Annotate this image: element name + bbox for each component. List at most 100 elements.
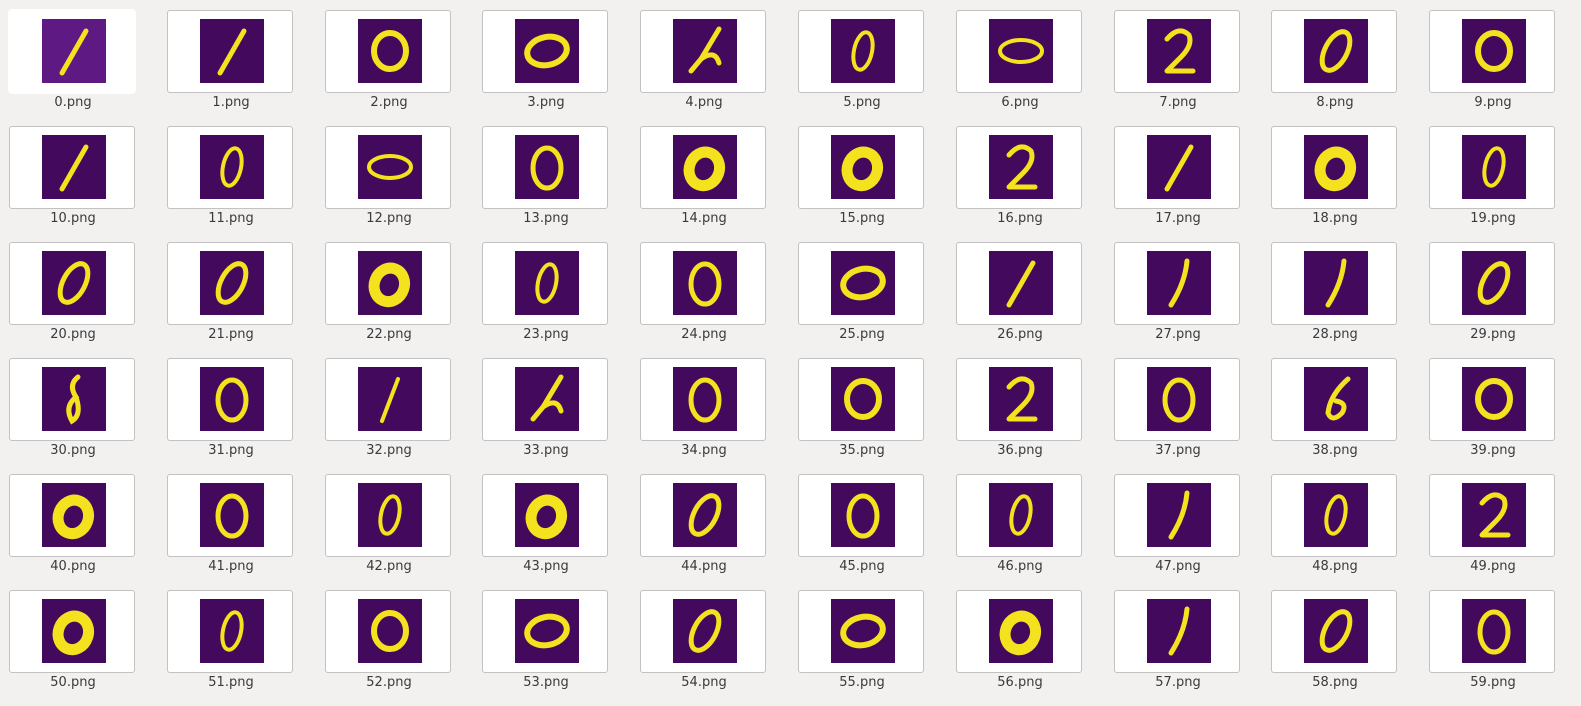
thumbnail-frame[interactable]	[1114, 242, 1240, 325]
file-item[interactable]: 19.png	[1429, 126, 1557, 234]
file-item[interactable]: 39.png	[1429, 358, 1557, 466]
thumbnail-frame[interactable]	[1114, 590, 1240, 673]
file-item[interactable]: 21.png	[167, 242, 295, 350]
file-item[interactable]: 6.png	[956, 10, 1084, 118]
file-item[interactable]: 14.png	[640, 126, 768, 234]
file-item[interactable]: 57.png	[1114, 590, 1242, 698]
thumbnail-frame[interactable]	[1271, 358, 1397, 441]
file-item[interactable]: 55.png	[798, 590, 926, 698]
file-item[interactable]: 22.png	[325, 242, 453, 350]
thumbnail-frame[interactable]	[640, 590, 766, 673]
thumbnail-frame[interactable]	[167, 358, 293, 441]
file-item[interactable]: 9.png	[1429, 10, 1557, 118]
file-item[interactable]: 46.png	[956, 474, 1084, 582]
thumbnail-frame[interactable]	[9, 10, 135, 93]
file-item[interactable]: 32.png	[325, 358, 453, 466]
file-item[interactable]: 5.png	[798, 10, 926, 118]
thumbnail-frame[interactable]	[640, 358, 766, 441]
thumbnail-frame[interactable]	[798, 474, 924, 557]
thumbnail-frame[interactable]	[956, 126, 1082, 209]
file-item[interactable]: 28.png	[1271, 242, 1399, 350]
file-item[interactable]: 47.png	[1114, 474, 1242, 582]
thumbnail-frame[interactable]	[482, 126, 608, 209]
thumbnail-frame[interactable]	[798, 10, 924, 93]
file-item[interactable]: 10.png	[9, 126, 137, 234]
file-item[interactable]: 34.png	[640, 358, 768, 466]
file-item[interactable]: 8.png	[1271, 10, 1399, 118]
file-item[interactable]: 25.png	[798, 242, 926, 350]
thumbnail-frame[interactable]	[167, 242, 293, 325]
file-item[interactable]: 48.png	[1271, 474, 1399, 582]
thumbnail-frame[interactable]	[325, 10, 451, 93]
file-item[interactable]: 33.png	[482, 358, 610, 466]
thumbnail-frame[interactable]	[640, 474, 766, 557]
thumbnail-frame[interactable]	[1114, 474, 1240, 557]
thumbnail-frame[interactable]	[1271, 474, 1397, 557]
file-item[interactable]: 2.png	[325, 10, 453, 118]
thumbnail-frame[interactable]	[1429, 242, 1555, 325]
file-item[interactable]: 29.png	[1429, 242, 1557, 350]
file-item[interactable]: 18.png	[1271, 126, 1399, 234]
thumbnail-frame[interactable]	[798, 242, 924, 325]
file-item[interactable]: 3.png	[482, 10, 610, 118]
thumbnail-frame[interactable]	[167, 474, 293, 557]
file-item[interactable]: 0.png	[9, 10, 137, 118]
thumbnail-frame[interactable]	[1114, 126, 1240, 209]
thumbnail-frame[interactable]	[482, 590, 608, 673]
file-item[interactable]: 53.png	[482, 590, 610, 698]
file-item[interactable]: 4.png	[640, 10, 768, 118]
thumbnail-frame[interactable]	[1271, 590, 1397, 673]
file-item[interactable]: 7.png	[1114, 10, 1242, 118]
thumbnail-frame[interactable]	[640, 126, 766, 209]
file-item[interactable]: 23.png	[482, 242, 610, 350]
file-item[interactable]: 24.png	[640, 242, 768, 350]
file-item[interactable]: 11.png	[167, 126, 295, 234]
file-item[interactable]: 17.png	[1114, 126, 1242, 234]
thumbnail-frame[interactable]	[325, 242, 451, 325]
thumbnail-frame[interactable]	[956, 474, 1082, 557]
file-item[interactable]: 36.png	[956, 358, 1084, 466]
thumbnail-frame[interactable]	[325, 358, 451, 441]
file-item[interactable]: 59.png	[1429, 590, 1557, 698]
file-item[interactable]: 52.png	[325, 590, 453, 698]
thumbnail-frame[interactable]	[1114, 358, 1240, 441]
thumbnail-frame[interactable]	[1114, 10, 1240, 93]
file-item[interactable]: 41.png	[167, 474, 295, 582]
thumbnail-frame[interactable]	[1429, 126, 1555, 209]
thumbnail-frame[interactable]	[798, 590, 924, 673]
file-item[interactable]: 15.png	[798, 126, 926, 234]
thumbnail-frame[interactable]	[798, 126, 924, 209]
thumbnail-frame[interactable]	[1271, 126, 1397, 209]
thumbnail-frame[interactable]	[9, 242, 135, 325]
file-item[interactable]: 30.png	[9, 358, 137, 466]
thumbnail-frame[interactable]	[325, 126, 451, 209]
thumbnail-frame[interactable]	[482, 10, 608, 93]
thumbnail-frame[interactable]	[1271, 10, 1397, 93]
thumbnail-frame[interactable]	[325, 474, 451, 557]
file-item[interactable]: 58.png	[1271, 590, 1399, 698]
file-item[interactable]: 13.png	[482, 126, 610, 234]
thumbnail-frame[interactable]	[956, 358, 1082, 441]
file-item[interactable]: 50.png	[9, 590, 137, 698]
file-item[interactable]: 37.png	[1114, 358, 1242, 466]
thumbnail-frame[interactable]	[482, 474, 608, 557]
thumbnail-frame[interactable]	[167, 126, 293, 209]
thumbnail-frame[interactable]	[640, 242, 766, 325]
file-item[interactable]: 20.png	[9, 242, 137, 350]
thumbnail-frame[interactable]	[9, 590, 135, 673]
thumbnail-frame[interactable]	[1271, 242, 1397, 325]
file-item[interactable]: 35.png	[798, 358, 926, 466]
file-item[interactable]: 49.png	[1429, 474, 1557, 582]
thumbnail-frame[interactable]	[1429, 474, 1555, 557]
thumbnail-frame[interactable]	[798, 358, 924, 441]
file-item[interactable]: 16.png	[956, 126, 1084, 234]
thumbnail-frame[interactable]	[482, 358, 608, 441]
file-item[interactable]: 38.png	[1271, 358, 1399, 466]
file-item[interactable]: 40.png	[9, 474, 137, 582]
thumbnail-frame[interactable]	[956, 242, 1082, 325]
file-item[interactable]: 31.png	[167, 358, 295, 466]
file-item[interactable]: 54.png	[640, 590, 768, 698]
thumbnail-frame[interactable]	[9, 474, 135, 557]
thumbnail-frame[interactable]	[167, 10, 293, 93]
thumbnail-frame[interactable]	[1429, 358, 1555, 441]
